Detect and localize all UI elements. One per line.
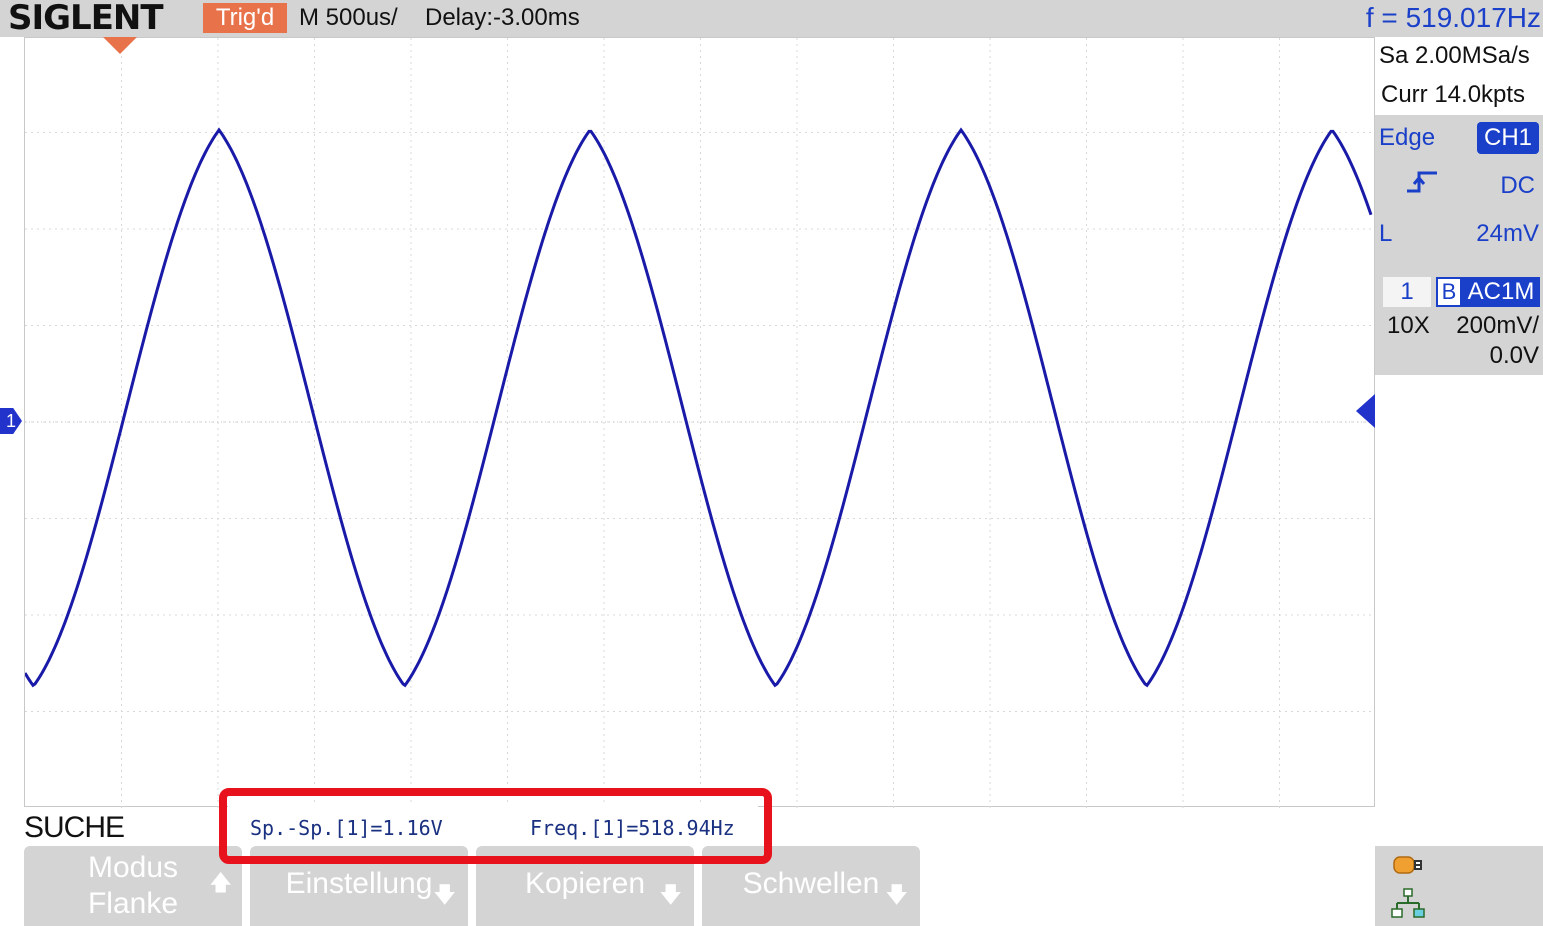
arrow-up-icon: 🡅 [209, 870, 232, 895]
measurement-highlight-box [219, 788, 772, 864]
arrow-down-icon: 🡇 [885, 882, 908, 907]
trigger-level: 24mV [1476, 220, 1539, 247]
timebase-readout[interactable]: M 500us/ [299, 3, 398, 33]
connection-status-panel [1375, 846, 1543, 926]
frequency-counter: f = 519.017Hz [1365, 2, 1541, 33]
trigger-position-marker [103, 37, 137, 54]
trigger-settings-box[interactable]: Edge CH1 DC L 24mV [1375, 115, 1543, 285]
trigger-coupling: DC [1500, 172, 1535, 199]
graticule [25, 38, 1376, 808]
trigger-level-marker[interactable] [1356, 394, 1375, 428]
trigger-status-badge: Trig'd [203, 3, 287, 33]
info-panel: Sa 2.00MSa/s Curr 14.0kpts Edge CH1 DC L… [1375, 37, 1543, 926]
memory-depth: Curr 14.0kpts [1381, 81, 1526, 108]
status-bar: SIGLENT Trig'd M 500us/ Delay:-3.00ms f … [0, 0, 1543, 37]
volts-per-div: 200mV/ [1456, 312, 1539, 339]
rising-edge-icon [1407, 171, 1437, 193]
usb-icon [1393, 856, 1422, 874]
siglent-logo: SIGLENT [8, 0, 164, 38]
trigger-level-label: L [1379, 220, 1393, 247]
arrow-down-icon: 🡇 [433, 882, 456, 907]
delay-readout[interactable]: Delay:-3.00ms [425, 3, 580, 33]
waveform-display [24, 37, 1376, 808]
sample-rate: Sa 2.00MSa/s [1379, 42, 1530, 69]
trigger-type: Edge [1379, 124, 1436, 151]
menu-title: SUCHE [24, 811, 125, 844]
channel-offset: 0.0V [1489, 342, 1539, 369]
channel-1-settings-box[interactable]: 1 B AC1M 10X 200mV/ 0.0V [1375, 275, 1543, 375]
channel-1-offset-marker[interactable]: 1 [0, 408, 22, 434]
network-icon [1391, 888, 1425, 918]
channel-1-trace [25, 127, 1373, 688]
arrow-down-icon: 🡇 [659, 882, 682, 907]
channel-coupling-badge: AC1M [1462, 277, 1540, 307]
channel-number: 1 [1383, 277, 1431, 307]
bandwidth-limit-badge: B [1436, 277, 1462, 307]
probe-attenuation: 10X [1387, 312, 1430, 339]
softkey-mode[interactable]: Modus Flanke 🡅 [24, 846, 242, 926]
trigger-source-badge: CH1 [1477, 122, 1539, 154]
